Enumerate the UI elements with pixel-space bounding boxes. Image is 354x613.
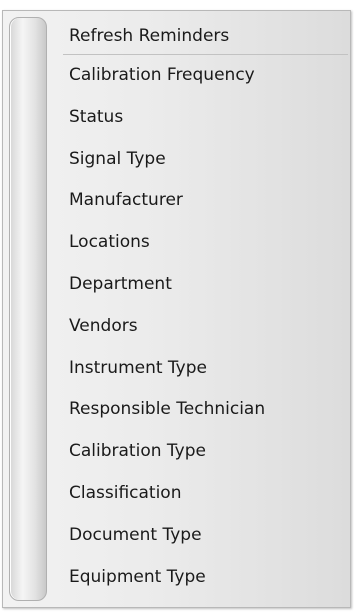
menu-item-responsible-technician[interactable]: Responsible Technician bbox=[63, 389, 350, 431]
menu-item-instrument-type[interactable]: Instrument Type bbox=[63, 348, 350, 390]
menu-items: Refresh Reminders Calibration Frequency … bbox=[63, 19, 350, 598]
menu-item-manufacturer[interactable]: Manufacturer bbox=[63, 180, 350, 222]
menu-item-classification[interactable]: Classification bbox=[63, 473, 350, 515]
menu-item-document-type[interactable]: Document Type bbox=[63, 515, 350, 557]
menu-item-status[interactable]: Status bbox=[63, 97, 350, 139]
menu-item-equipment-type[interactable]: Equipment Type bbox=[63, 557, 350, 599]
menu-item-vendors[interactable]: Vendors bbox=[63, 306, 350, 348]
context-menu: Refresh Reminders Calibration Frequency … bbox=[2, 10, 351, 608]
menu-item-department[interactable]: Department bbox=[63, 264, 350, 306]
menu-item-calibration-type[interactable]: Calibration Type bbox=[63, 431, 350, 473]
menu-icon-gutter bbox=[9, 17, 47, 601]
menu-item-refresh-reminders[interactable]: Refresh Reminders bbox=[63, 19, 348, 55]
menu-item-locations[interactable]: Locations bbox=[63, 222, 350, 264]
menu-item-calibration-frequency[interactable]: Calibration Frequency bbox=[63, 55, 350, 97]
menu-item-signal-type[interactable]: Signal Type bbox=[63, 139, 350, 181]
